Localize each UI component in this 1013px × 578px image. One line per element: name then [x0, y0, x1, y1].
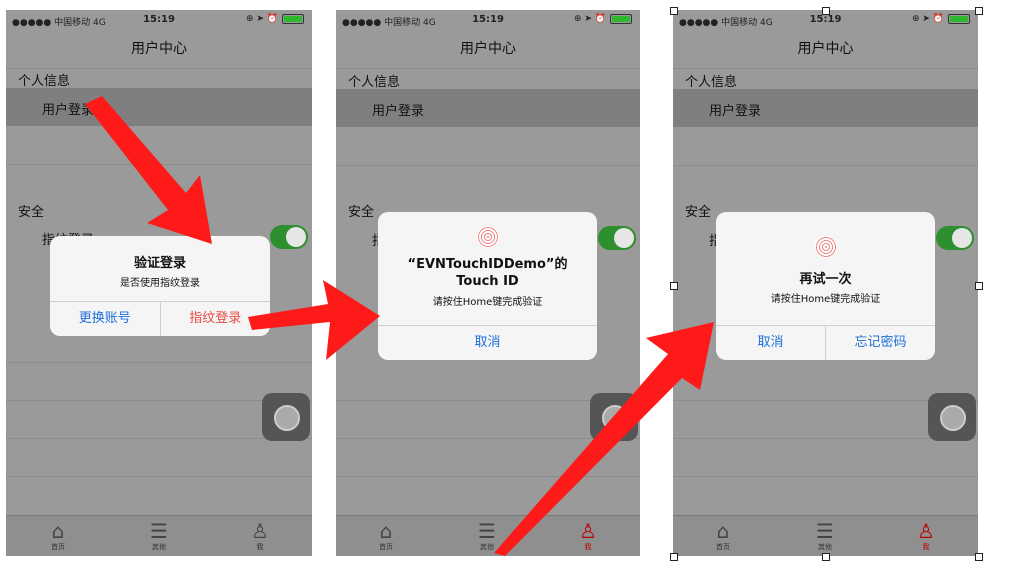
arrow-3	[494, 322, 714, 556]
arrow-2	[248, 280, 380, 360]
arrow-1	[85, 96, 212, 244]
annotation-arrows	[85, 96, 714, 556]
